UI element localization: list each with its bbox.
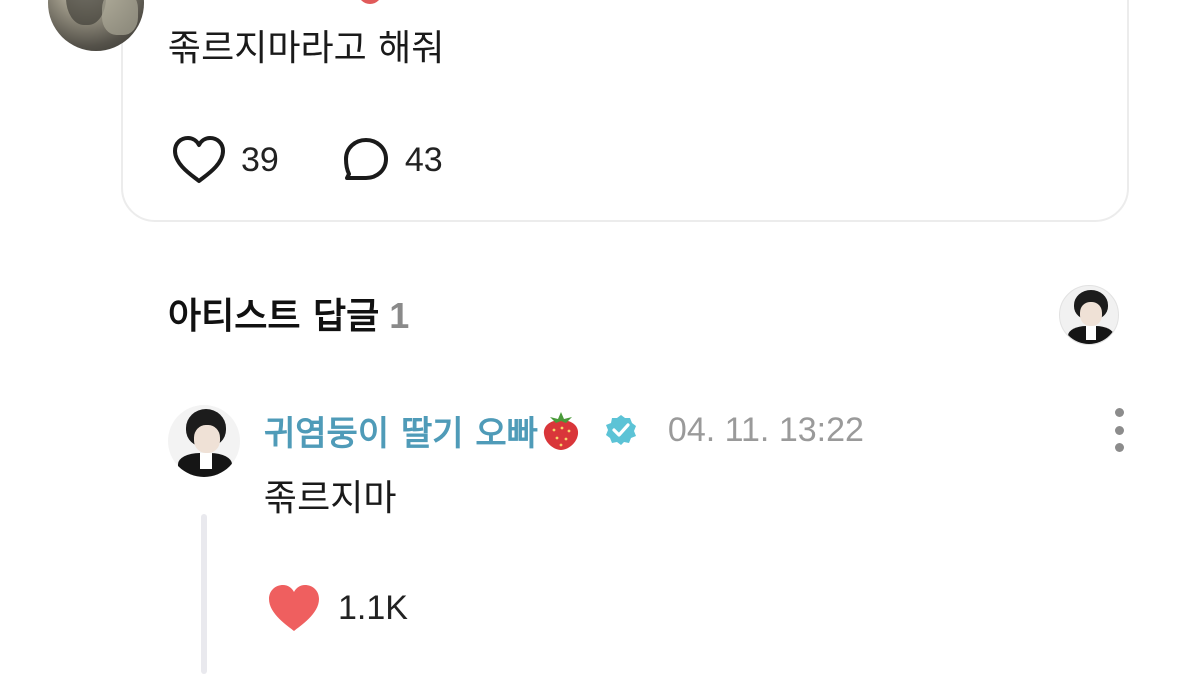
reply-author-name[interactable]: 귀염둥이 딸기 오빠 (264, 406, 538, 455)
avatar-collar (200, 453, 212, 469)
post-actions: 39 43 (171, 134, 505, 186)
speech-bubble-icon (343, 138, 388, 180)
reply-author-avatar[interactable] (168, 405, 240, 477)
avatar-photo-shade (66, 0, 106, 25)
strawberry-icon (543, 412, 579, 450)
artist-avatar[interactable] (1059, 285, 1119, 345)
post-text: 졲르지마라고 해줘 (168, 28, 445, 69)
avatar-face (1080, 302, 1102, 326)
comment-count: 43 (404, 140, 443, 179)
artist-replies-heading: 아티스트 답글 1 (168, 292, 409, 341)
heart-filled-icon (269, 585, 319, 631)
like-button[interactable]: 39 (171, 134, 279, 186)
avatar-face (194, 425, 220, 453)
comment-button[interactable]: 43 (341, 135, 443, 185)
more-vertical-icon-dot (1114, 443, 1124, 452)
avatar-collar (1086, 326, 1096, 340)
reply-like-button[interactable]: 1.1K (266, 582, 408, 634)
more-vertical-icon-dot (1114, 425, 1124, 435)
reply-header: 귀염둥이 딸기 오빠 04. 11. 13:22 (264, 406, 864, 454)
reply-timestamp: 04. 11. 13:22 (667, 410, 864, 449)
reply-thread-line (201, 514, 207, 674)
reply-text: 졲르지마 (264, 478, 397, 519)
avatar-photo-highlight (102, 0, 138, 35)
verified-badge-icon (605, 415, 636, 445)
artist-replies-count: 1 (389, 295, 410, 336)
reply-like-count: 1.1K (338, 588, 408, 627)
more-vertical-icon-dot (1114, 408, 1124, 417)
artist-replies-title: 아티스트 답글 (168, 296, 380, 337)
heart-outline-icon (173, 136, 225, 183)
like-count: 39 (241, 140, 279, 179)
more-options-button[interactable] (1106, 408, 1132, 452)
